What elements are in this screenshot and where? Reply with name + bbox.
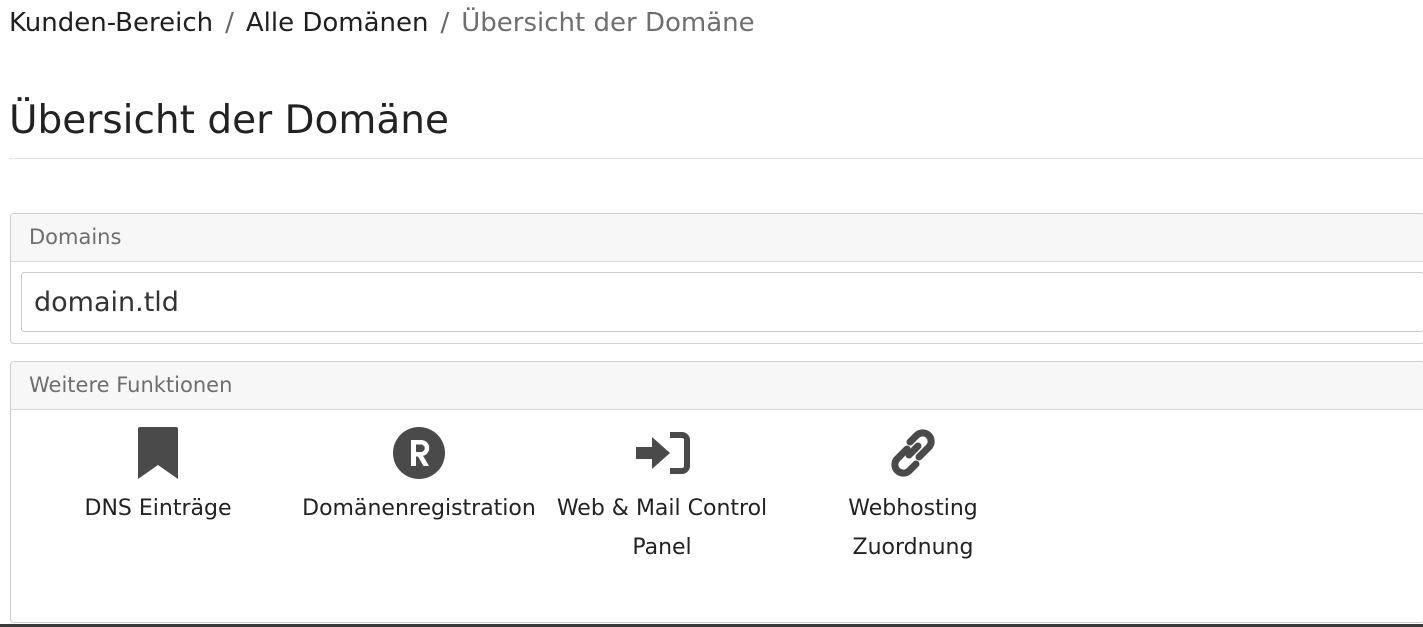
- web-mail-control-panel-button[interactable]: Web & Mail Control Panel: [552, 425, 772, 567]
- registered-icon: [299, 425, 539, 481]
- webhosting-assignment-button[interactable]: Webhosting Zuordnung: [831, 425, 995, 567]
- breadcrumb-kunden-bereich[interactable]: Kunden-Bereich: [9, 8, 213, 38]
- breadcrumb-current: Übersicht der Domäne: [461, 8, 755, 38]
- functions-panel: Weitere Funktionen DNS Einträge Domänenr…: [10, 361, 1423, 623]
- breadcrumb-alle-domaenen[interactable]: Alle Domänen: [246, 8, 429, 38]
- breadcrumb: Kunden-Bereich / Alle Domänen / Übersicht de…: [9, 6, 755, 40]
- web-mail-control-panel-label-line1: Web & Mail Control: [556, 496, 768, 521]
- breadcrumb-separator: /: [440, 8, 450, 38]
- dns-entries-button[interactable]: DNS Einträge: [84, 425, 232, 528]
- page-title: Übersicht der Domäne: [9, 98, 450, 143]
- bookmark-icon: [84, 425, 232, 481]
- domain-select-field[interactable]: [21, 272, 1423, 332]
- webhosting-assignment-label-line1: Webhosting: [848, 496, 978, 521]
- domains-panel-heading: Domains: [11, 214, 1423, 262]
- functions-panel-heading: Weitere Funktionen: [11, 362, 1423, 410]
- domain-registration-label: Domänenregistration: [302, 496, 536, 521]
- link-icon: [831, 425, 995, 481]
- title-divider: [9, 158, 1423, 159]
- dns-entries-label: DNS Einträge: [84, 496, 232, 521]
- web-mail-control-panel-label-line2: Panel: [632, 535, 692, 560]
- breadcrumb-separator: /: [225, 8, 234, 38]
- domain-registration-button[interactable]: Domänenregistration: [299, 425, 539, 528]
- webhosting-assignment-label-line2: Zuordnung: [852, 535, 974, 560]
- domains-panel: Domains: [10, 213, 1423, 344]
- sign-in-icon: [552, 425, 772, 481]
